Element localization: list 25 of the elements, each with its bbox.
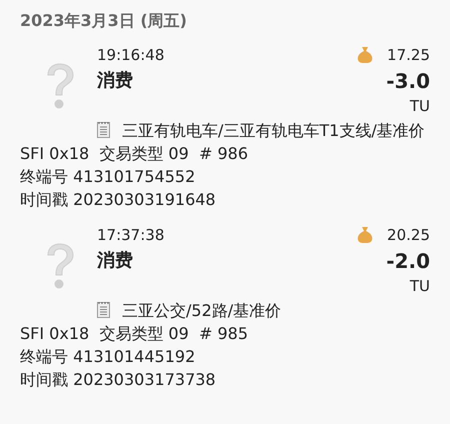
record-info: SFI 0x18 交易类型 09 # 986 [20, 143, 249, 165]
notepad-icon [97, 301, 110, 318]
transaction-time: 17:37:38 [97, 225, 166, 246]
currency-unit: TU [410, 96, 430, 117]
record-info: SFI 0x18 交易类型 09 # 985 [20, 323, 249, 345]
balance-amount: 20.25 [387, 225, 430, 246]
question-mark-icon [44, 243, 74, 291]
balance-amount: 17.25 [387, 45, 430, 66]
timestamp: 时间戳 20230303191648 [20, 189, 217, 211]
notepad-icon [97, 121, 110, 138]
money-bag-icon [357, 226, 374, 244]
route-description: 三亚公交/52路/基准价 [122, 301, 282, 320]
route-description: 三亚有轨电车/三亚有轨电车T1支线/基准价 [122, 121, 425, 140]
question-mark-icon [44, 63, 74, 111]
money-bag-icon [357, 46, 374, 64]
transaction-amount: -2.0 [386, 248, 430, 275]
terminal-number: 终端号 413101445192 [20, 346, 196, 368]
transaction-type: 消费 [97, 69, 134, 93]
transaction-time: 19:16:48 [97, 45, 166, 66]
timestamp: 时间戳 20230303173738 [20, 369, 217, 391]
transaction-amount: -3.0 [386, 68, 430, 95]
date-header: 2023年3月3日 (周五) [19, 10, 188, 32]
terminal-number: 终端号 413101754552 [20, 166, 196, 188]
transaction-type: 消费 [97, 249, 134, 273]
currency-unit: TU [410, 276, 430, 297]
